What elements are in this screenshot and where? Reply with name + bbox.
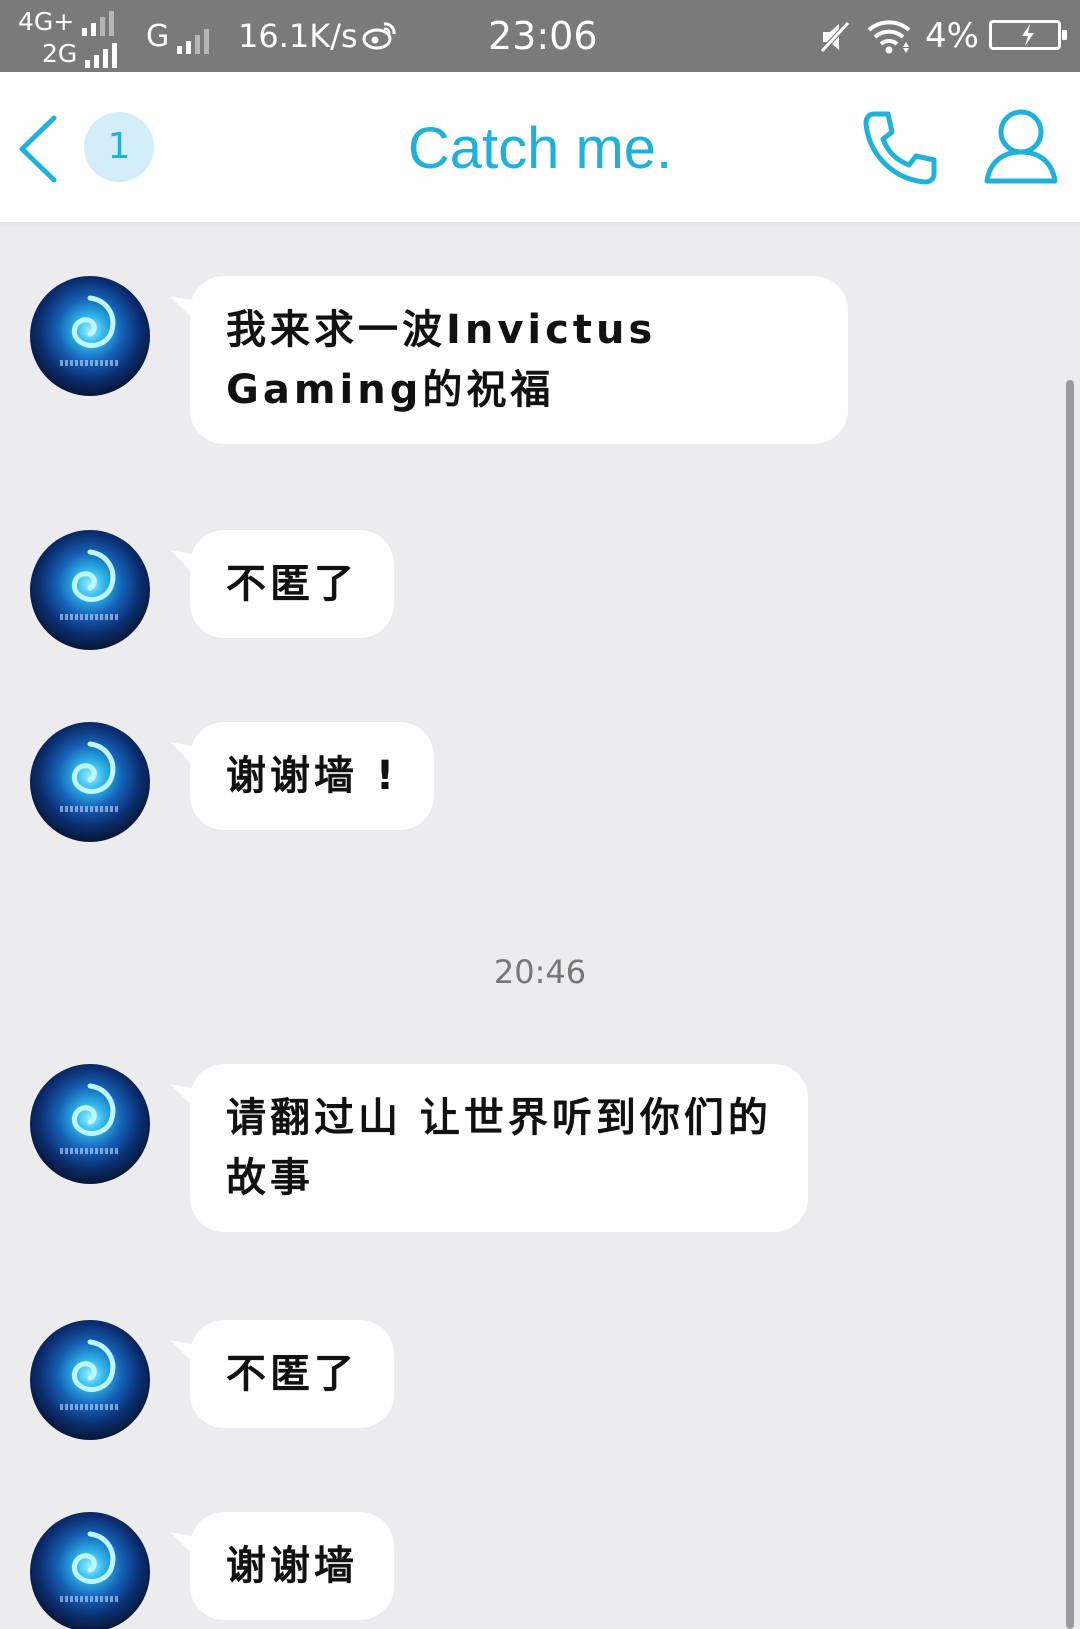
battery-icon <box>989 20 1067 50</box>
network-indicator: 4G+ 2G <box>14 6 134 70</box>
chat-title: Catch me. <box>407 116 673 181</box>
network-4g-label: 4G+ <box>18 7 75 36</box>
signal-g-icon <box>177 28 210 54</box>
contact-avatar[interactable] <box>30 722 150 842</box>
contact-avatar[interactable] <box>30 1512 150 1629</box>
mute-icon <box>818 20 852 58</box>
profile-button[interactable] <box>982 106 1060 186</box>
contact-avatar[interactable] <box>30 530 150 650</box>
clock: 23:06 <box>488 14 598 58</box>
call-button[interactable] <box>860 108 940 188</box>
contact-avatar[interactable] <box>30 276 150 396</box>
message-bubble[interactable]: 请翻过山 让世界听到你们的故事 <box>190 1064 808 1232</box>
message-timestamp: 20:46 <box>493 953 587 991</box>
unread-badge[interactable]: 1 <box>84 112 154 182</box>
message-bubble[interactable]: 谢谢墙 ! <box>190 722 435 830</box>
chat-screen: 4G+ 2G G 16.1K/s 23:06 4% 1 Catch me. 我来… <box>0 0 1080 1629</box>
user-icon <box>984 109 1058 184</box>
weibo-icon <box>362 20 396 54</box>
back-icon <box>19 115 57 183</box>
phone-icon <box>863 111 937 185</box>
signal-4g-icon <box>82 10 115 36</box>
contact-avatar[interactable] <box>30 1064 150 1184</box>
contact-avatar[interactable] <box>30 1320 150 1440</box>
scrollbar[interactable] <box>1066 380 1074 1629</box>
network-speed: 16.1K/s <box>238 17 358 55</box>
wifi-icon <box>866 18 914 58</box>
message-bubble[interactable]: 不匿了 <box>190 1320 394 1428</box>
message-bubble[interactable]: 谢谢墙 <box>190 1512 394 1620</box>
battery-percentage: 4% <box>925 16 979 56</box>
message-bubble[interactable]: 不匿了 <box>190 530 394 638</box>
back-button[interactable] <box>14 112 64 186</box>
network-g-label: G <box>146 19 170 54</box>
status-bar: 4G+ 2G G 16.1K/s 23:06 4% <box>0 0 1080 72</box>
signal-2g-icon <box>85 42 118 68</box>
chat-header: 1 Catch me. <box>0 72 1080 222</box>
network-2g-label: 2G <box>42 39 78 68</box>
network-g-indicator: G <box>146 19 210 54</box>
message-bubble[interactable]: 我来求一波Invictus Gaming的祝福 <box>190 276 848 444</box>
